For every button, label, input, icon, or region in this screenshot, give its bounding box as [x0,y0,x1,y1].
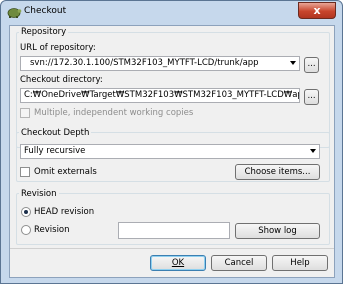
depth-group-label: Checkout Depth [19,128,92,138]
bottom-divider [10,248,334,249]
head-revision-radio[interactable] [21,207,31,217]
window-title: Checkout [24,6,67,16]
multiple-copies-label: Multiple, independent working copies [34,108,194,118]
checkout-window: Checkout x Repository URL of repository:… [0,0,343,284]
revision-label: Revision [34,225,70,235]
depth-combobox[interactable]: Fully recursive [20,144,320,159]
depth-value: Fully recursive [24,146,86,156]
close-icon: x [313,4,321,17]
dir-value: C:₩OneDrive₩Target₩STM32F103₩STM32F103_M… [24,90,300,100]
head-revision-label: HEAD revision [34,207,95,217]
multiple-copies-checkbox[interactable] [20,108,30,118]
url-value: svn://172.30.1.100/STM32F103_MYTFT-LCD/t… [30,58,259,68]
ok-label: OK [171,258,185,268]
radio-selected-dot [24,210,28,214]
tortoisesvn-icon [7,8,22,18]
dir-label: Checkout directory: [20,75,103,85]
omit-externals-checkbox[interactable] [20,167,30,177]
show-log-button[interactable]: Show log [235,223,320,239]
url-label: URL of repository: [20,43,96,53]
close-button[interactable]: x [298,2,336,19]
revision-input[interactable] [118,222,230,239]
dialog-client: Repository URL of repository: svn://172.… [9,25,335,278]
chevron-down-icon[interactable] [290,61,296,65]
help-button[interactable]: Help [272,255,328,271]
ok-button[interactable]: OK [150,255,206,271]
cancel-button[interactable]: Cancel [211,255,267,271]
title-bar[interactable]: Checkout x [1,1,342,23]
revision-group-label: Revision [19,189,59,199]
choose-items-button[interactable]: Choose items... [235,164,320,180]
url-combobox[interactable]: svn://172.30.1.100/STM32F103_MYTFT-LCD/t… [20,56,300,71]
revision-radio[interactable] [21,225,31,235]
repository-group-label: Repository [19,27,69,37]
omit-externals-label: Omit externals [34,167,97,177]
dir-input[interactable]: C:₩OneDrive₩Target₩STM32F103₩STM32F103_M… [20,88,300,103]
url-browse-button[interactable]: ... [304,57,319,73]
dir-browse-button[interactable]: ... [304,89,319,105]
chevron-down-icon[interactable] [310,149,316,153]
